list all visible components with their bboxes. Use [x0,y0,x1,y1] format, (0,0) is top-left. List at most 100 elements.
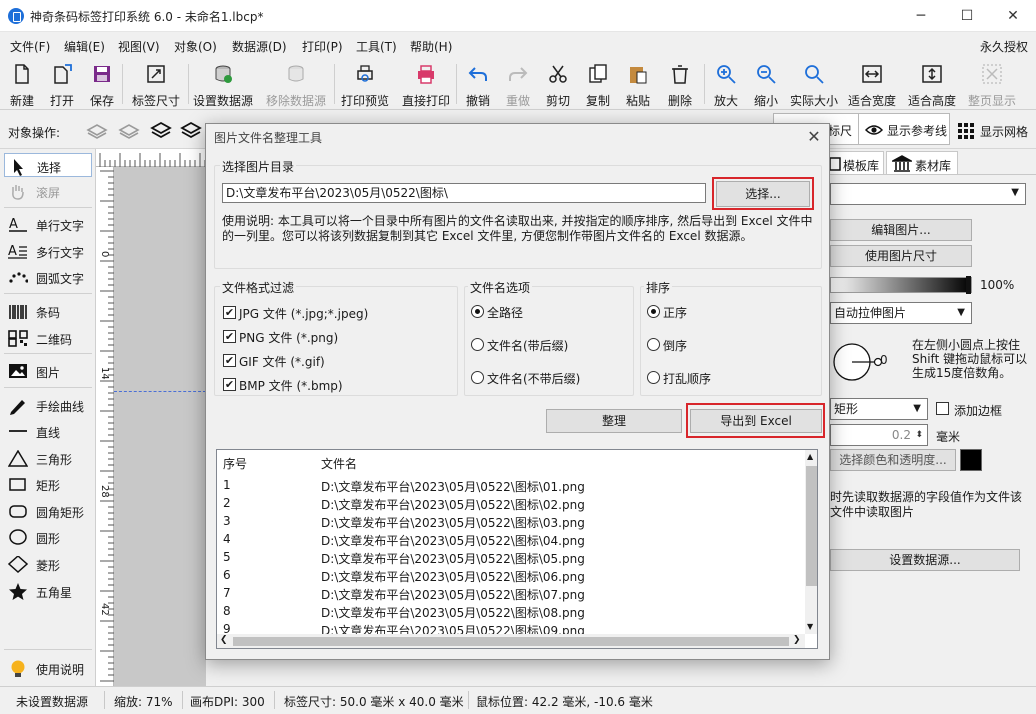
toolbar-actual-size-button[interactable]: 实际大小 [786,60,842,108]
toolbar-printer-button[interactable]: 直接打印 [396,60,456,108]
sort-option-radio-0[interactable] [647,305,660,318]
highlight-export-button [686,403,825,438]
directory-path-input[interactable]: D:\文章发布平台\2023\05月\0522\图标\ [222,183,706,203]
toolbar-remove-database-button[interactable]: 移除数据源 [258,60,334,108]
tool-bulb[interactable]: 使用说明 [4,656,92,680]
close-icon[interactable]: ✕ [990,0,1036,32]
license-label[interactable]: 永久授权 [980,38,1028,55]
toolbar-undo-button[interactable]: 撤销 [458,60,498,108]
tool-star[interactable]: 五角星 [4,579,92,603]
toolbar-fit-width-button[interactable]: 适合宽度 [842,60,902,108]
menu-item-3[interactable]: 对象(O) [174,38,217,55]
stretch-select[interactable]: 自动拉伸图片 ▼ [830,302,972,324]
row-filename: D:\文章发布平台\2023\05月\0522\图标\01.png [321,480,585,494]
organize-button[interactable]: 整理 [546,409,682,433]
horizontal-scrollbar[interactable]: ❮ ❯ [217,634,805,648]
toolbar-redo-button[interactable]: 重做 [498,60,538,108]
menu-item-2[interactable]: 视图(V) [118,38,160,55]
hscroll-thumb[interactable] [233,637,789,646]
add-border-checkbox[interactable] [936,402,949,415]
sort-option-label: 打乱顺序 [663,372,712,386]
grid-toggle-label[interactable]: 显示网格 [980,123,1028,140]
toolbar-fit-height-button[interactable]: 适合高度 [902,60,962,108]
scroll-right-icon[interactable]: ❯ [793,635,801,645]
tool-barcode[interactable]: 条码 [4,299,92,323]
sort-option-radio-2[interactable] [647,371,660,384]
scroll-thumb[interactable] [806,466,817,586]
menu-item-7[interactable]: 帮助(H) [410,38,452,55]
edit-image-button[interactable]: 编辑图片... [830,219,972,241]
tool-circle[interactable]: 圆形 [4,525,92,549]
filename-option-radio-1[interactable] [471,338,484,351]
image-source-select[interactable]: ▼ [830,183,1026,205]
filename-option-radio-0[interactable] [471,305,484,318]
toolbar-print-preview-button[interactable]: 打印预览 [334,60,396,108]
toolbar-label-size-button[interactable]: 标签尺寸 [124,60,188,108]
dialog-close-icon[interactable]: ✕ [804,128,824,146]
actual-size-icon [803,63,825,85]
opacity-slider[interactable] [830,276,972,294]
tool-qrcode[interactable]: 二维码 [4,326,92,350]
use-image-size-button[interactable]: 使用图片尺寸 [830,245,972,267]
filter-checkbox-0[interactable]: ✔ [223,306,236,319]
tool-arc-text[interactable]: 圆弧文字 [4,265,92,289]
filter-label: JPG 文件 (*.jpg;*.jpeg) [239,307,369,321]
scroll-up-icon[interactable]: ▲ [807,452,813,461]
toolbar-zoom-in-button[interactable]: 放大 [706,60,746,108]
scroll-down-icon[interactable]: ▼ [807,622,813,631]
minimize-icon[interactable]: ─ [898,0,944,32]
toolbar-zoom-out-button[interactable]: 缩小 [746,60,786,108]
tool-cursor[interactable]: 选择 [4,153,92,177]
filename-option-label: 全路径 [487,306,524,320]
filter-checkbox-2[interactable]: ✔ [223,354,236,367]
tool-single-text[interactable]: A 单行文字 [4,212,92,236]
tool-pen[interactable]: 手绘曲线 [4,393,92,417]
layer-icons[interactable] [86,119,206,141]
menu-item-6[interactable]: 工具(T) [356,38,397,55]
filter-checkbox-3[interactable]: ✔ [223,378,236,391]
column-index: 序号 [223,457,248,471]
toolbar-scissors-button[interactable]: 剪切 [538,60,578,108]
tool-hand[interactable]: 滚屏 [4,179,92,203]
toolbar-database-button[interactable]: 设置数据源 [190,60,256,108]
toolbar-new-file-button[interactable]: 新建 [2,60,42,108]
tool-image[interactable]: 图片 [4,359,92,383]
toolbar-paste-button[interactable]: 粘贴 [618,60,658,108]
menu-item-1[interactable]: 编辑(E) [64,38,105,55]
tool-triangle[interactable]: 三角形 [4,446,92,470]
scroll-left-icon[interactable]: ❮ [220,635,228,645]
label-canvas[interactable] [114,167,206,686]
tool-line[interactable]: 直线 [4,419,92,443]
tool-diamond[interactable]: 菱形 [4,552,92,576]
toolbar-save-button[interactable]: 保存 [82,60,122,108]
toolbar-separator [456,64,457,104]
tab-template[interactable]: 模板库 [826,151,884,175]
row-index: 6 [223,568,231,582]
choose-color-button[interactable]: 选择颜色和透明度... [830,449,956,471]
sort-option-radio-1[interactable] [647,338,660,351]
tool-rectangle[interactable]: 矩形 [4,472,92,496]
toolbar-trash-button[interactable]: 删除 [660,60,700,108]
menu-item-0[interactable]: 文件(F) [10,38,50,55]
set-datasource-button[interactable]: 设置数据源... [830,549,1020,571]
tab-material[interactable]: 素材库 [886,151,958,175]
guides-toggle[interactable]: 显示参考线 [858,113,950,145]
redo-icon [507,63,529,85]
shape-select[interactable]: 矩形 ▼ [830,398,928,420]
menu-item-5[interactable]: 打印(P) [302,38,343,55]
toolbar-label: 撤销 [465,94,490,108]
object-ops-label: 对象操作: [8,126,61,140]
tool-multi-text[interactable]: A 多行文字 [4,239,92,263]
filename-option-radio-2[interactable] [471,371,484,384]
tool-rounded-rect[interactable]: 圆角矩形 [4,499,92,523]
toolbar-full-page-button[interactable]: 整页显示 [962,60,1022,108]
border-width-input[interactable]: 0.2 ⬍ [830,424,928,446]
filename-list[interactable]: 序号 文件名 1 D:\文章发布平台\2023\05月\0522\图标\01.pn… [216,449,818,649]
toolbar-open-button[interactable]: 打开 [42,60,82,108]
menu-item-4[interactable]: 数据源(D) [232,38,287,55]
toolbar-copy-button[interactable]: 复制 [578,60,618,108]
maximize-icon[interactable]: ☐ [944,0,990,32]
filter-checkbox-1[interactable]: ✔ [223,330,236,343]
vertical-scrollbar[interactable]: ▲ ▼ [805,450,817,634]
color-swatch[interactable] [960,449,982,471]
